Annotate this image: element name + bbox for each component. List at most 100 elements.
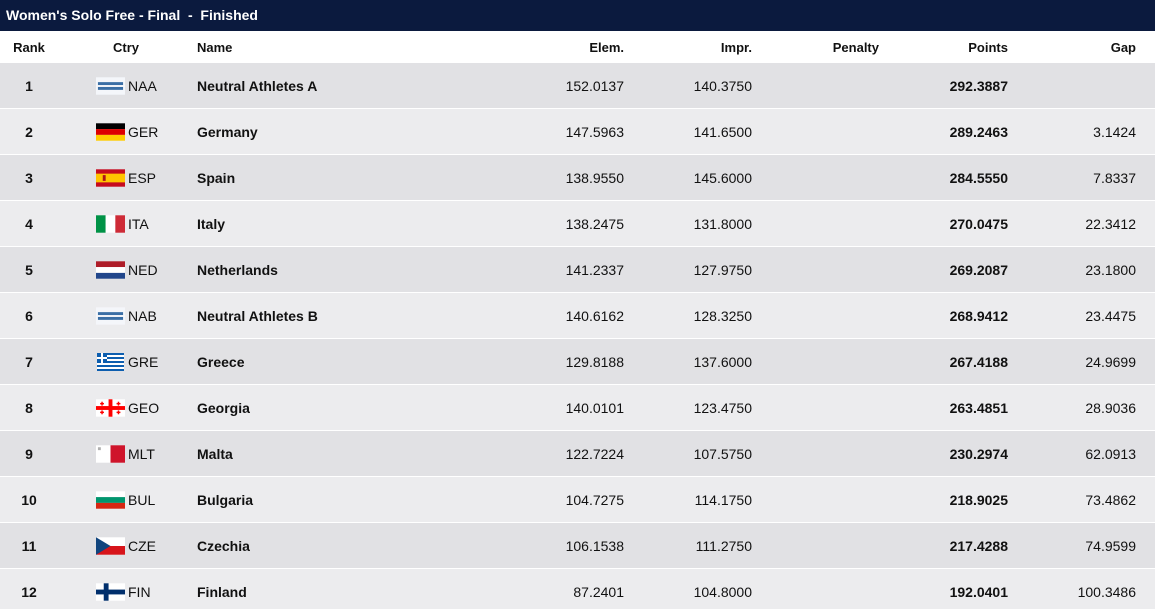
european-aquatics-logo-icon: [96, 76, 125, 95]
european-aquatics-logo-icon: [96, 306, 125, 325]
impression-score: 140.3750: [693, 77, 752, 94]
country-code: GER: [128, 123, 159, 140]
impression-score: 137.6000: [693, 353, 752, 370]
country-cell: BUL: [96, 477, 186, 522]
rank-cell: 2: [25, 123, 33, 140]
total-points: 292.3887: [949, 77, 1008, 94]
impression-score: 114.1750: [694, 491, 752, 508]
total-points: 230.2974: [949, 445, 1008, 462]
gap-value: 73.4862: [1085, 491, 1136, 508]
impression-score: 141.6500: [693, 123, 752, 140]
gap-value: 100.3486: [1077, 583, 1136, 600]
athlete-name[interactable]: Bulgaria: [197, 477, 497, 522]
athlete-name[interactable]: Georgia: [197, 385, 497, 430]
elements-score: 152.0137: [565, 77, 624, 94]
athlete-name[interactable]: Finland: [197, 569, 497, 609]
table-row[interactable]: 11 CZE Czechia 106.1538 111.2750 217.4288 74.9…: [0, 523, 1155, 569]
elements-score: 140.0101: [565, 399, 624, 416]
total-points: 192.0401: [949, 583, 1008, 600]
netherlands-flag-icon: [96, 260, 125, 279]
gap-value: 62.0913: [1085, 445, 1136, 462]
gap-value: 7.8337: [1093, 169, 1136, 186]
table-row[interactable]: 5 NED Netherlands 141.2337 127.9750 269.2087 2…: [0, 247, 1155, 293]
athlete-name[interactable]: Malta: [197, 431, 497, 476]
table-row[interactable]: 4 ITA Italy 138.2475 131.8000 270.0475 22.3412: [0, 201, 1155, 247]
table-row[interactable]: 8 GEO Georgia 140.0101 123.4750 263.4851 28.90…: [0, 385, 1155, 431]
table-row[interactable]: 2 GER Germany 147.5963 141.6500 289.2463 3.142…: [0, 109, 1155, 155]
athlete-name[interactable]: Czechia: [197, 523, 497, 568]
elements-score: 141.2337: [565, 261, 624, 278]
col-ctry-header[interactable]: Ctry: [96, 31, 156, 63]
czechia-flag-icon: [96, 536, 125, 555]
italy-flag-icon: [96, 214, 125, 233]
rank-cell: 6: [25, 307, 33, 324]
col-impr-header[interactable]: Impr.: [721, 31, 752, 63]
impression-score: 128.3250: [693, 307, 752, 324]
table-row[interactable]: 10 BUL Bulgaria 104.7275 114.1750 218.9025 73.…: [0, 477, 1155, 523]
country-code: NAB: [128, 307, 157, 324]
col-penalty-header[interactable]: Penalty: [833, 31, 879, 63]
gap-value: 28.9036: [1085, 399, 1136, 416]
col-gap-header[interactable]: Gap: [1111, 31, 1136, 63]
rank-cell: 9: [25, 445, 33, 462]
rank-cell: 1: [25, 77, 33, 94]
total-points: 269.2087: [949, 261, 1008, 278]
athlete-name[interactable]: Germany: [197, 109, 497, 154]
country-cell: MLT: [96, 431, 186, 476]
country-code: CZE: [128, 537, 156, 554]
athlete-name[interactable]: Neutral Athletes B: [197, 293, 497, 338]
greece-flag-icon: [96, 352, 125, 371]
athlete-name[interactable]: Greece: [197, 339, 497, 384]
athlete-name[interactable]: Spain: [197, 155, 497, 200]
table-row[interactable]: 1 NAA Neutral Athletes A 152.0137 140.3750 29…: [0, 63, 1155, 109]
col-points-header[interactable]: Points: [968, 31, 1008, 63]
athlete-name[interactable]: Netherlands: [197, 247, 497, 292]
table-row[interactable]: 6 NAB Neutral Athletes B 140.6162 128.3250 26…: [0, 293, 1155, 339]
table-row[interactable]: 12 FIN Finland 87.2401 104.8000 192.0401 100.3…: [0, 569, 1155, 609]
table-row[interactable]: 9 MLT Malta 122.7224 107.5750 230.2974 62.0913: [0, 431, 1155, 477]
country-code: MLT: [128, 445, 155, 462]
total-points: 284.5550: [949, 169, 1008, 186]
country-cell: ITA: [96, 201, 186, 246]
malta-flag-icon: [96, 444, 125, 463]
rank-cell: 12: [21, 583, 37, 600]
table-row[interactable]: 3 ESP Spain 138.9550 145.6000 284.5550 7.8337: [0, 155, 1155, 201]
total-points: 263.4851: [949, 399, 1008, 416]
rank-cell: 8: [25, 399, 33, 416]
country-code: FIN: [128, 583, 151, 600]
gap-value: 3.1424: [1093, 123, 1136, 140]
col-name-header[interactable]: Name: [197, 31, 497, 63]
country-cell: ESP: [96, 155, 186, 200]
country-code: BUL: [128, 491, 156, 508]
gap-value: 23.1800: [1085, 261, 1136, 278]
georgia-flag-icon: [96, 398, 125, 417]
athlete-name[interactable]: Neutral Athletes A: [197, 63, 497, 108]
total-points: 217.4288: [949, 537, 1008, 554]
table-row[interactable]: 7 GRE Greece 129.8188 137.6000 267.4188 24.969…: [0, 339, 1155, 385]
col-rank-header[interactable]: Rank: [0, 31, 58, 63]
rank-cell: 5: [25, 261, 33, 278]
impression-score: 107.5750: [693, 445, 752, 462]
rank-cell: 11: [21, 537, 37, 554]
col-elem-header[interactable]: Elem.: [589, 31, 624, 63]
impression-score: 104.8000: [693, 583, 752, 600]
germany-flag-icon: [96, 122, 125, 141]
country-code: GEO: [128, 399, 160, 416]
impression-score: 111.2750: [695, 537, 752, 554]
gap-value: 24.9699: [1085, 353, 1136, 370]
total-points: 268.9412: [949, 307, 1008, 324]
impression-score: 131.8000: [693, 215, 752, 232]
athlete-name[interactable]: Italy: [197, 201, 497, 246]
rank-cell: 10: [21, 491, 37, 508]
spain-flag-icon: [96, 168, 125, 187]
country-cell: GRE: [96, 339, 186, 384]
country-code: GRE: [128, 353, 159, 370]
results-title: Women's Solo Free - Final - Finished: [0, 0, 1155, 31]
rank-cell: 3: [25, 169, 33, 186]
gap-value: 74.9599: [1085, 537, 1136, 554]
bulgaria-flag-icon: [96, 490, 125, 509]
elements-score: 104.7275: [565, 491, 624, 508]
impression-score: 123.4750: [693, 399, 752, 416]
country-code: NAA: [128, 77, 157, 94]
country-cell: GEO: [96, 385, 186, 430]
